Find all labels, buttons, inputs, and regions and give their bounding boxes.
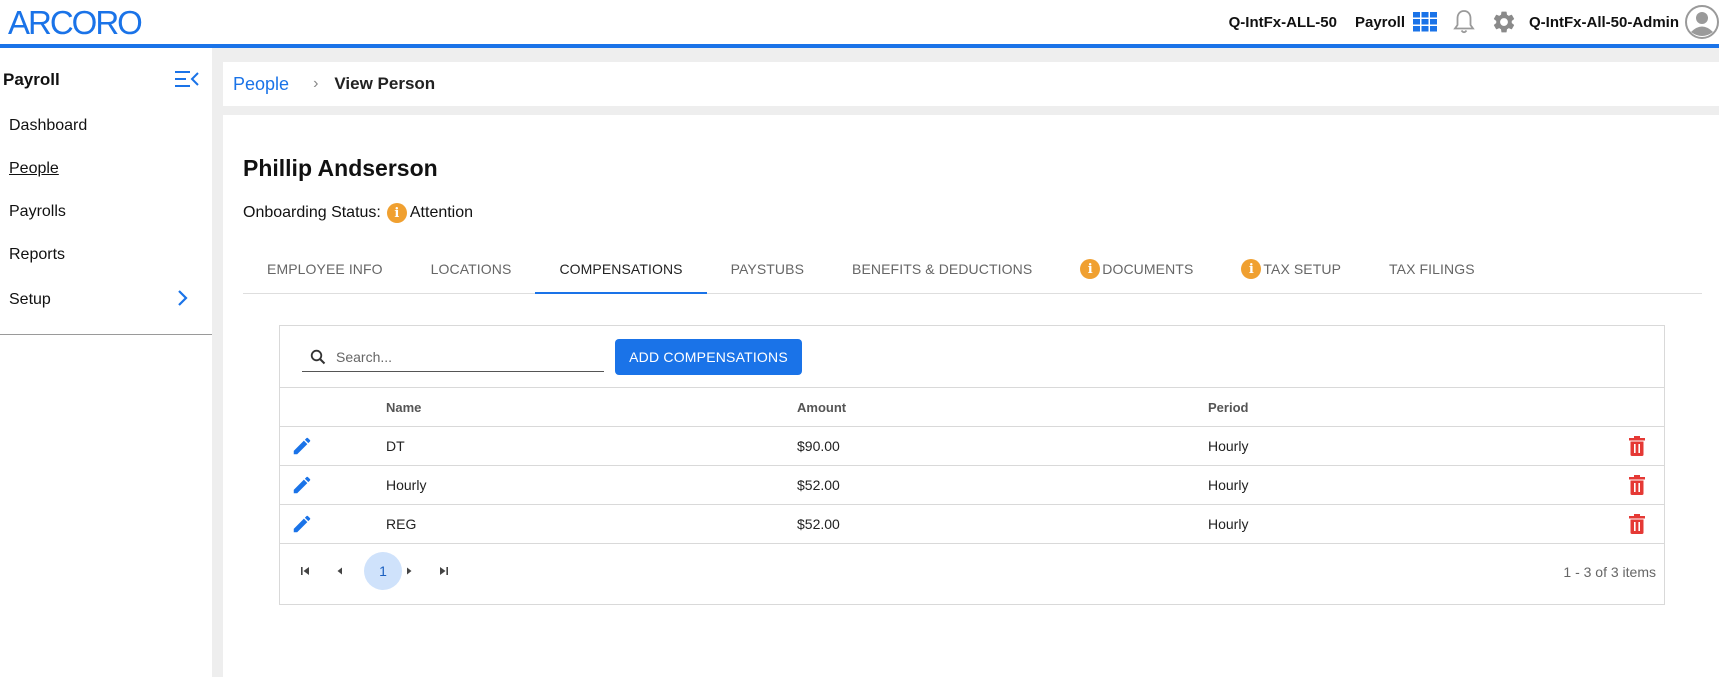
sidebar-nav: Dashboard People Payrolls Reports Setup — [0, 104, 212, 324]
tab-benefits-deductions[interactable]: BENEFITS & DEDUCTIONS — [828, 245, 1056, 293]
company-name[interactable]: Q-IntFx-ALL-50 — [1229, 14, 1337, 31]
edit-pencil-icon[interactable] — [291, 513, 313, 535]
sidebar-divider — [0, 334, 212, 335]
cell-period: Hourly — [1208, 477, 1249, 493]
table-row: REG $52.00 Hourly — [280, 505, 1664, 544]
column-header-amount[interactable]: Amount — [797, 400, 846, 415]
sidebar: Payroll Dashboard People Payrolls Report… — [0, 48, 212, 677]
pager-info: 1 - 3 of 3 items — [1563, 564, 1656, 580]
onboarding-status-value: Attention — [409, 204, 474, 221]
grid-toolbar: ADD COMPENSATIONS — [280, 326, 1664, 388]
header-right: Q-IntFx-ALL-50 Payroll Q-IntFx-All-50-Ad… — [1229, 0, 1719, 44]
tab-tax-filings[interactable]: TAX FILINGS — [1365, 245, 1499, 293]
info-icon: i — [1241, 259, 1262, 279]
page-number-current[interactable]: 1 — [364, 552, 402, 590]
info-icon: i — [386, 203, 407, 223]
cell-name: Hourly — [386, 477, 427, 493]
next-page-icon[interactable] — [402, 564, 416, 578]
collapse-menu-icon[interactable] — [174, 67, 200, 91]
column-header-name[interactable]: Name — [386, 400, 421, 415]
tab-label: DOCUMENTS — [1102, 261, 1194, 277]
header-accent-line — [0, 44, 1719, 48]
search-icon — [310, 349, 326, 364]
sidebar-item-label: Reports — [9, 245, 66, 263]
breadcrumb-people-link[interactable]: People — [233, 74, 289, 95]
previous-page-icon[interactable] — [333, 564, 347, 578]
sidebar-item-payrolls[interactable]: Payrolls — [0, 190, 212, 233]
tab-employee-info[interactable]: EMPLOYEE INFO — [243, 245, 407, 293]
cell-amount: $52.00 — [797, 516, 840, 532]
product-name: Payroll — [1354, 13, 1405, 31]
trash-icon[interactable] — [1628, 436, 1646, 456]
top-bar: ARCORO Q-IntFx-ALL-50 Payroll Q-IntFx-Al… — [0, 0, 1719, 44]
tab-bar: EMPLOYEE INFO LOCATIONS COMPENSATIONS PA… — [243, 245, 1702, 294]
sidebar-item-setup[interactable]: Setup — [0, 276, 212, 324]
user-name[interactable]: Q-IntFx-All-50-Admin — [1529, 14, 1679, 31]
tab-label: EMPLOYEE INFO — [267, 261, 383, 277]
tab-label: LOCATIONS — [430, 261, 512, 277]
breadcrumb-separator-icon: › — [313, 75, 319, 92]
cell-amount: $52.00 — [797, 477, 840, 493]
tab-documents[interactable]: i DOCUMENTS — [1056, 245, 1217, 293]
sidebar-item-reports[interactable]: Reports — [0, 233, 212, 276]
onboarding-status: Onboarding Status: i Attention — [243, 203, 473, 223]
pager: 1 1 - 3 of 3 items — [280, 544, 1664, 604]
cell-period: Hourly — [1208, 516, 1249, 532]
search-box — [302, 342, 604, 372]
tab-label: TAX FILINGS — [1389, 261, 1475, 277]
gear-icon[interactable] — [1491, 9, 1517, 35]
trash-icon[interactable] — [1628, 475, 1646, 495]
cell-amount: $90.00 — [797, 438, 840, 454]
edit-pencil-icon[interactable] — [291, 474, 313, 496]
table-row: DT $90.00 Hourly — [280, 427, 1664, 466]
arcoro-logo[interactable]: ARCORO — [8, 5, 158, 39]
tab-paystubs[interactable]: PAYSTUBS — [707, 245, 828, 293]
bell-icon[interactable] — [1453, 9, 1475, 35]
sidebar-item-label: Setup — [9, 291, 51, 308]
trash-icon[interactable] — [1628, 514, 1646, 534]
cell-period: Hourly — [1208, 438, 1249, 454]
main-content: Phillip Andserson Onboarding Status: i A… — [223, 115, 1719, 677]
add-compensations-button[interactable]: ADD COMPENSATIONS — [615, 339, 802, 375]
tab-compensations[interactable]: COMPENSATIONS — [535, 245, 707, 294]
first-page-icon[interactable] — [298, 564, 312, 578]
column-header-period[interactable]: Period — [1208, 400, 1248, 415]
compensations-grid: ADD COMPENSATIONS Name Amount Period DT … — [279, 325, 1665, 605]
chevron-right-icon — [178, 290, 188, 306]
breadcrumb-current: View Person — [334, 74, 436, 93]
edit-pencil-icon[interactable] — [291, 435, 313, 457]
tab-label: PAYSTUBS — [730, 261, 805, 277]
sidebar-item-label: People — [9, 159, 59, 177]
page-title: Phillip Andserson — [243, 155, 438, 181]
cell-name: DT — [386, 438, 405, 454]
tab-label: TAX SETUP — [1263, 261, 1342, 277]
onboarding-status-label: Onboarding Status: — [243, 204, 381, 221]
app-grid-icon[interactable] — [1413, 12, 1437, 32]
tab-locations[interactable]: LOCATIONS — [407, 245, 536, 293]
tab-label: BENEFITS & DEDUCTIONS — [852, 261, 1033, 277]
breadcrumb: People › View Person — [223, 62, 1719, 106]
last-page-icon[interactable] — [437, 564, 451, 578]
sidebar-item-label: Payrolls — [9, 202, 66, 220]
table-header: Name Amount Period — [280, 388, 1664, 427]
tab-tax-setup[interactable]: i TAX SETUP — [1217, 245, 1365, 293]
tab-label: COMPENSATIONS — [559, 260, 683, 277]
table-row: Hourly $52.00 Hourly — [280, 466, 1664, 505]
sidebar-item-label: Dashboard — [9, 116, 88, 134]
info-icon: i — [1080, 259, 1101, 279]
sidebar-item-dashboard[interactable]: Dashboard — [0, 104, 212, 147]
cell-name: REG — [386, 516, 417, 532]
logo-text: ARCORO — [8, 5, 142, 39]
search-input[interactable] — [336, 348, 576, 365]
avatar-icon[interactable] — [1685, 5, 1719, 39]
sidebar-item-people[interactable]: People — [0, 147, 212, 190]
sidebar-title: Payroll — [3, 70, 60, 89]
